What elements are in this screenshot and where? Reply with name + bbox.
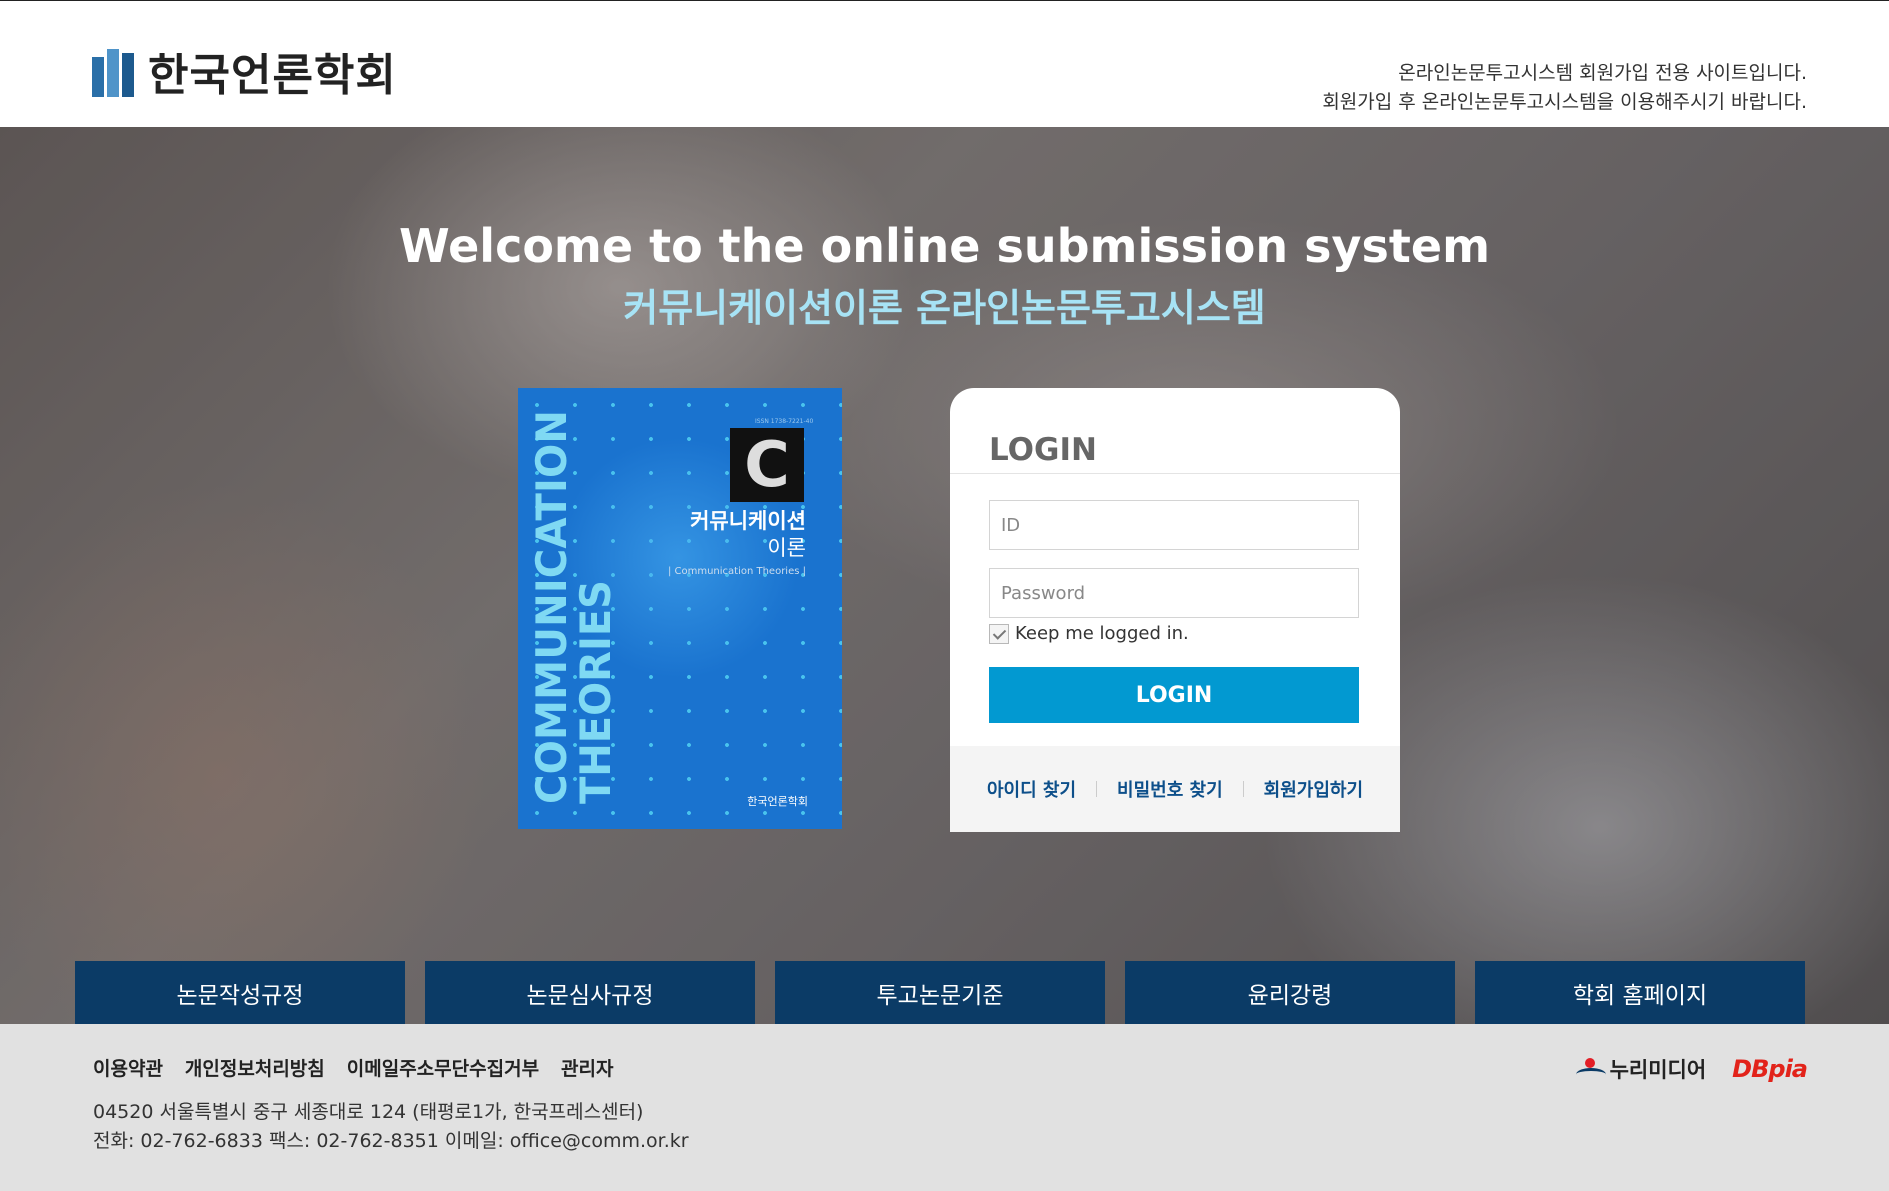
nav-society-homepage[interactable]: 학회 홈페이지	[1475, 961, 1805, 1024]
divider	[950, 473, 1400, 474]
cover-issn: ISSN 1738-7221-40	[755, 418, 814, 425]
nurimedia-mark-icon	[1575, 1058, 1606, 1080]
find-password-link[interactable]: 비밀번호 찾기	[1097, 776, 1243, 802]
email-collection-refusal-link[interactable]: 이메일주소무단수집거부	[347, 1054, 539, 1081]
quick-nav: 논문작성규정 논문심사규정 투고논문기준 윤리강령 학회 홈페이지	[75, 961, 1805, 1024]
journal-cover-image: COMMUNICATION THEORIES ISSN 1738-7221-40…	[518, 388, 842, 829]
password-input[interactable]	[989, 568, 1359, 618]
logo-text: 한국언론학회	[148, 50, 397, 101]
sign-up-link[interactable]: 회원가입하기	[1244, 776, 1383, 802]
nav-ethics-code[interactable]: 윤리강령	[1125, 961, 1455, 1024]
cover-vertical-line1: COMMUNICATION	[527, 410, 576, 804]
contact-line: 전화: 02-762-6833 팩스: 02-762-8351 이메일: off…	[93, 1130, 689, 1152]
nav-writing-rules[interactable]: 논문작성규정	[75, 961, 405, 1024]
cover-badge: C	[730, 428, 804, 502]
site-footer: 이용약관 개인정보처리방침 이메일주소무단수집거부 관리자 04520 서울특별…	[0, 1024, 1889, 1191]
nurimedia-logo[interactable]: 누리미디어	[1575, 1054, 1707, 1084]
keep-logged-in[interactable]: Keep me logged in.	[989, 623, 1189, 644]
login-button[interactable]: LOGIN	[989, 667, 1359, 723]
admin-link[interactable]: 관리자	[561, 1054, 613, 1081]
partner-logos: 누리미디어 DBpia	[1575, 1054, 1808, 1084]
cover-publisher: 한국언론학회	[747, 795, 808, 808]
account-links: 아이디 찾기 비밀번호 찾기 회원가입하기	[950, 746, 1400, 832]
cover-title-ko: 커뮤니케이션	[690, 509, 806, 533]
site-header: 한국언론학회 온라인논문투고시스템 회원가입 전용 사이트입니다. 회원가입 후…	[0, 0, 1889, 127]
id-input[interactable]	[989, 500, 1359, 550]
keep-logged-in-checkbox[interactable]	[989, 623, 1009, 644]
keep-logged-in-label: Keep me logged in.	[1015, 623, 1189, 644]
cover-title-en: | Communication Theories |	[667, 566, 806, 577]
footer-links: 이용약관 개인정보처리방침 이메일주소무단수집거부 관리자	[93, 1054, 614, 1081]
society-logo[interactable]: 한국언론학회	[92, 39, 397, 103]
login-heading: LOGIN	[989, 432, 1097, 468]
login-panel: LOGIN Keep me logged in. LOGIN 아이디 찾기 비밀…	[950, 388, 1400, 832]
nav-review-rules[interactable]: 논문심사규정	[425, 961, 755, 1024]
cover-vertical-title: COMMUNICATION THEORIES	[526, 406, 622, 806]
terms-link[interactable]: 이용약관	[93, 1054, 163, 1081]
hero-section: Welcome to the online submission system …	[0, 127, 1889, 1024]
notice-line: 온라인논문투고시스템 회원가입 전용 사이트입니다.	[1398, 62, 1807, 84]
dbpia-logo[interactable]: DBpia	[1732, 1055, 1808, 1083]
find-id-link[interactable]: 아이디 찾기	[967, 776, 1096, 802]
nurimedia-text: 누리미디어	[1609, 1058, 1707, 1082]
cover-title-ko-2: 이론	[767, 536, 806, 560]
privacy-policy-link[interactable]: 개인정보처리방침	[185, 1054, 325, 1081]
footer-address: 04520 서울특별시 중구 세종대로 124 (태평로1가, 한국프레스센터)…	[93, 1098, 689, 1156]
header-notice: 온라인논문투고시스템 회원가입 전용 사이트입니다. 회원가입 후 온라인논문투…	[1322, 59, 1807, 117]
hero-subtitle: 커뮤니케이션이론 온라인논문투고시스템	[623, 286, 1266, 330]
nav-submission-criteria[interactable]: 투고논문기준	[775, 961, 1105, 1024]
logo-mark-icon	[92, 45, 134, 97]
cover-badge-letter: C	[744, 428, 790, 501]
cover-vertical-line2: THEORIES	[571, 580, 620, 804]
notice-line: 회원가입 후 온라인논문투고시스템을 이용해주시기 바랍니다.	[1322, 91, 1807, 113]
address-line: 04520 서울특별시 중구 세종대로 124 (태평로1가, 한국프레스센터)	[93, 1101, 644, 1123]
hero-title: Welcome to the online submission system	[399, 219, 1490, 273]
